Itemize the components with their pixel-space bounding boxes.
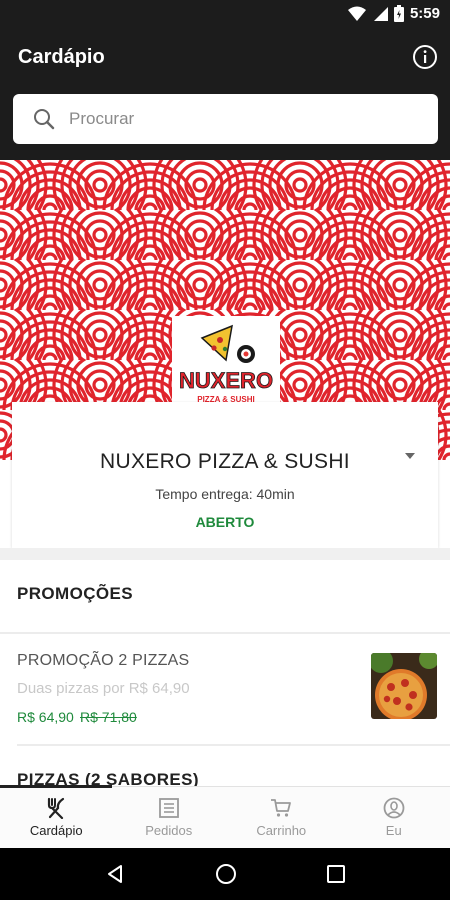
nav-label: Carrinho	[256, 823, 307, 838]
pizza-logo-icon: NUXERO PIZZA & SUSHI	[179, 324, 273, 404]
fork-knife-icon	[48, 797, 65, 819]
page-title: Cardápio	[18, 46, 105, 68]
nav-label: Pedidos	[145, 823, 193, 838]
logo-text: NUXERO	[179, 368, 273, 393]
system-navigation-bar	[0, 848, 450, 900]
search-placeholder: Procurar	[69, 109, 135, 128]
cart-icon	[271, 799, 292, 817]
chevron-down-icon[interactable]	[404, 452, 416, 460]
active-tab-indicator	[0, 785, 112, 788]
nav-item-pedidos[interactable]: Pedidos	[113, 787, 226, 848]
bottom-navigation: Cardápio Pedidos Carrinho Eu	[0, 785, 450, 848]
signal-icon	[373, 6, 388, 21]
product-image	[371, 653, 437, 719]
delivery-time: Tempo entrega: 40min	[155, 486, 295, 502]
list-item[interactable]: PROMOÇÃO 2 PIZZAS Duas pizzas por R$ 64,…	[0, 636, 450, 746]
product-description: Duas pizzas por R$ 64,90	[17, 680, 190, 697]
status-icons: 5:59	[347, 5, 440, 22]
nav-item-cardapio[interactable]: Cardápio	[0, 785, 113, 848]
search-input[interactable]: Procurar	[13, 94, 438, 144]
info-icon[interactable]	[412, 44, 438, 70]
user-icon	[383, 797, 405, 819]
divider	[17, 744, 450, 746]
search-icon	[34, 109, 55, 130]
wifi-icon	[347, 6, 366, 21]
section-gap	[0, 548, 450, 560]
list-icon	[158, 798, 179, 818]
battery-icon	[393, 5, 404, 22]
nav-label: Cardápio	[29, 823, 83, 838]
store-logo: NUXERO PIZZA & SUSHI	[172, 316, 280, 408]
nav-item-eu[interactable]: Eu	[338, 787, 450, 848]
pizza-image-icon	[371, 653, 437, 719]
status-bar: 5:59	[0, 0, 450, 28]
divider	[0, 632, 450, 634]
status-time: 5:59	[409, 5, 440, 22]
home-icon[interactable]	[215, 863, 237, 885]
product-old-price: R$ 71,80	[80, 709, 137, 725]
nav-label: Eu	[385, 823, 402, 838]
status-badge: ABERTO	[195, 514, 255, 530]
recents-icon[interactable]	[327, 865, 345, 883]
product-name: PROMOÇÃO 2 PIZZAS	[17, 652, 190, 669]
store-name: NUXERO PIZZA & SUSHI	[100, 450, 350, 473]
store-info-card[interactable]: NUXERO PIZZA & SUSHI Tempo entrega: 40mi…	[12, 402, 438, 548]
section-title-promocoes: PROMOÇÕES	[17, 584, 134, 603]
back-icon[interactable]	[105, 864, 125, 884]
app-bar: Cardápio Procurar	[0, 28, 450, 160]
nav-item-carrinho[interactable]: Carrinho	[225, 787, 338, 848]
product-price: R$ 64,90	[17, 709, 74, 725]
